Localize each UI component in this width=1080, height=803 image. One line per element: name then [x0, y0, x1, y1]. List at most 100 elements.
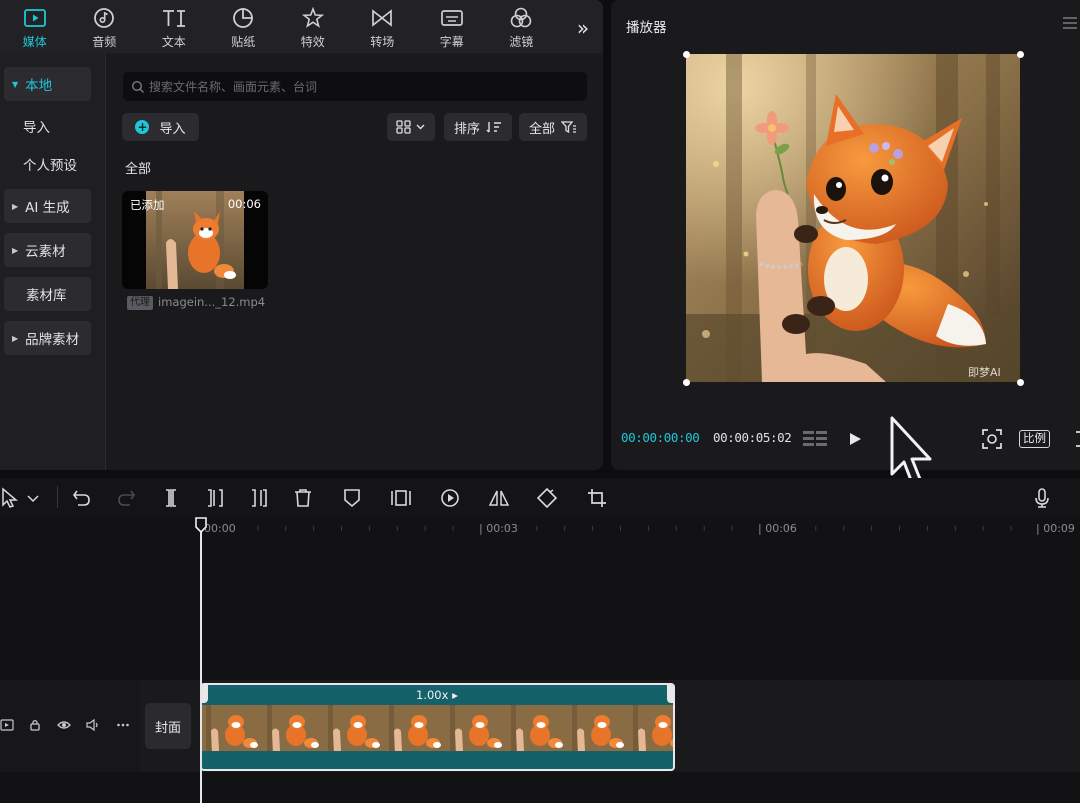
mirror-icon[interactable] — [488, 487, 510, 509]
sidebar-item-brand[interactable]: ▶ 品牌素材 — [4, 321, 91, 355]
playhead-handle-icon[interactable] — [195, 517, 207, 533]
delete-icon[interactable] — [292, 487, 314, 509]
waveform-grid-icon[interactable] — [802, 430, 829, 448]
search-box[interactable] — [123, 72, 587, 101]
fit-to-screen-icon[interactable] — [981, 428, 1003, 450]
tab-label: 音频 — [92, 35, 117, 49]
resize-handle[interactable] — [683, 51, 690, 58]
sidebar: ▼ 本地 导入 个人预设 ▶ AI 生成 ▶ 云素材 素材库 ▶ 品牌素材 — [0, 53, 106, 470]
sidebar-item-label: 云素材 — [25, 244, 66, 260]
sidebar-item-library[interactable]: 素材库 — [4, 277, 91, 311]
tab-label: 媒体 — [22, 35, 47, 49]
play-icon[interactable] — [847, 430, 863, 448]
proxy-badge: 代理 — [127, 296, 153, 310]
clip-speed-label: 1.00x ▸ — [416, 688, 458, 702]
video-preview[interactable]: 即梦AI — [686, 54, 1020, 382]
menu-icon[interactable] — [1062, 16, 1078, 30]
sidebar-item-label: AI 生成 — [25, 200, 70, 216]
undo-icon[interactable] — [71, 487, 93, 509]
caret-down-icon: ▼ — [12, 79, 19, 89]
microphone-icon[interactable] — [1031, 487, 1053, 509]
tab-label: 字幕 — [439, 35, 464, 49]
trim-right-icon[interactable] — [248, 487, 270, 509]
search-icon — [131, 80, 144, 93]
sort-icon — [486, 122, 501, 133]
sidebar-item-import[interactable]: 导入 — [4, 109, 91, 143]
tab-label: 特效 — [300, 35, 325, 49]
trim-left-icon[interactable] — [204, 487, 226, 509]
tab-filter[interactable]: 滤镜 — [487, 0, 557, 53]
added-label: 已添加 — [130, 198, 165, 212]
clip-trim-handle-left[interactable] — [202, 685, 208, 703]
filter-icon — [508, 6, 534, 30]
eye-icon[interactable] — [57, 718, 71, 732]
sidebar-item-local[interactable]: ▼ 本地 — [4, 67, 91, 101]
clip-trim-handle-right[interactable] — [667, 685, 673, 703]
sort-button[interactable]: 排序 — [444, 113, 512, 141]
tab-subtitle[interactable]: 字幕 — [417, 0, 487, 53]
ruler-ticks — [229, 526, 1012, 531]
search-input[interactable] — [149, 79, 587, 94]
filter-label: 全部 — [528, 121, 555, 137]
import-label: 导入 — [159, 121, 186, 137]
grid-view-icon — [396, 120, 425, 134]
timeline-toolbar — [0, 478, 1080, 518]
timeline[interactable]: 00:00 | 00:03 | 00:06 | 00:09 封面 1.00x ▸ — [0, 518, 1080, 803]
more-options-icon[interactable] — [116, 718, 130, 732]
resize-handle[interactable] — [683, 379, 690, 386]
sidebar-item-ai-generate[interactable]: ▶ AI 生成 — [4, 189, 91, 223]
resize-handle[interactable] — [1017, 379, 1024, 386]
aspect-ratio-button[interactable]: 比例 — [1019, 430, 1050, 448]
sidebar-item-presets[interactable]: 个人预设 — [4, 147, 91, 181]
filter-button[interactable]: 全部 — [519, 113, 587, 141]
ruler-label: | 00:09 — [1036, 522, 1075, 535]
crop-icon[interactable] — [586, 487, 608, 509]
media-item[interactable]: 已添加 00:06 — [122, 191, 268, 289]
view-mode-button[interactable] — [387, 113, 435, 141]
top-tab-bar: 媒体 音频 文本 贴纸 特效 转场 字幕 滤镜 » — [0, 0, 603, 53]
subtitle-icon — [439, 6, 465, 30]
time-ruler[interactable]: 00:00 | 00:03 | 00:06 | 00:09 — [200, 518, 1080, 540]
tab-effects[interactable]: 特效 — [278, 0, 348, 53]
caret-right-icon: ▶ — [12, 333, 19, 343]
freeze-frame-icon[interactable] — [390, 487, 412, 509]
split-icon[interactable] — [160, 487, 182, 509]
lock-icon[interactable] — [28, 718, 42, 732]
caret-right-icon: ▶ — [12, 245, 19, 255]
caret-right-icon: ▶ — [12, 201, 19, 211]
volume-icon[interactable] — [86, 718, 100, 732]
import-button[interactable]: + 导入 — [122, 113, 199, 141]
tab-transition[interactable]: 转场 — [348, 0, 418, 53]
effects-icon — [300, 6, 326, 30]
more-tabs-icon[interactable]: » — [571, 16, 595, 40]
sidebar-item-cloud[interactable]: ▶ 云素材 — [4, 233, 91, 267]
ruler-label: 00:00 — [204, 522, 236, 535]
clip-filmstrip — [202, 705, 673, 751]
sidebar-item-label: 个人预设 — [23, 158, 77, 174]
transition-icon — [369, 6, 395, 30]
video-clip[interactable]: 1.00x ▸ — [200, 683, 675, 771]
video-track-icon[interactable] — [0, 718, 14, 732]
track-header — [0, 680, 140, 772]
tab-label: 贴纸 — [231, 35, 256, 49]
filmstrip-frame — [202, 705, 263, 751]
player-panel: 播放器 即梦AI 00:00:00:00 00:00:05:02 比例 — [611, 0, 1080, 470]
redo-icon[interactable] — [115, 487, 137, 509]
fullscreen-icon[interactable] — [1069, 430, 1080, 448]
filmstrip-frame — [324, 705, 385, 751]
marker-icon[interactable] — [341, 487, 363, 509]
chevron-down-icon[interactable] — [26, 487, 40, 509]
tab-audio[interactable]: 音频 — [70, 0, 140, 53]
rotate-icon[interactable] — [536, 487, 558, 509]
tab-media[interactable]: 媒体 — [0, 0, 70, 53]
tab-text[interactable]: 文本 — [139, 0, 209, 53]
resize-handle[interactable] — [1017, 51, 1024, 58]
tab-label: 文本 — [161, 35, 186, 49]
select-pointer-icon[interactable] — [0, 487, 22, 509]
tab-sticker[interactable]: 贴纸 — [209, 0, 279, 53]
playhead[interactable] — [200, 518, 202, 803]
reverse-play-icon[interactable] — [439, 487, 461, 509]
sidebar-item-label: 本地 — [25, 78, 53, 94]
filter-funnel-icon — [561, 121, 576, 134]
cover-button[interactable]: 封面 — [145, 703, 191, 749]
